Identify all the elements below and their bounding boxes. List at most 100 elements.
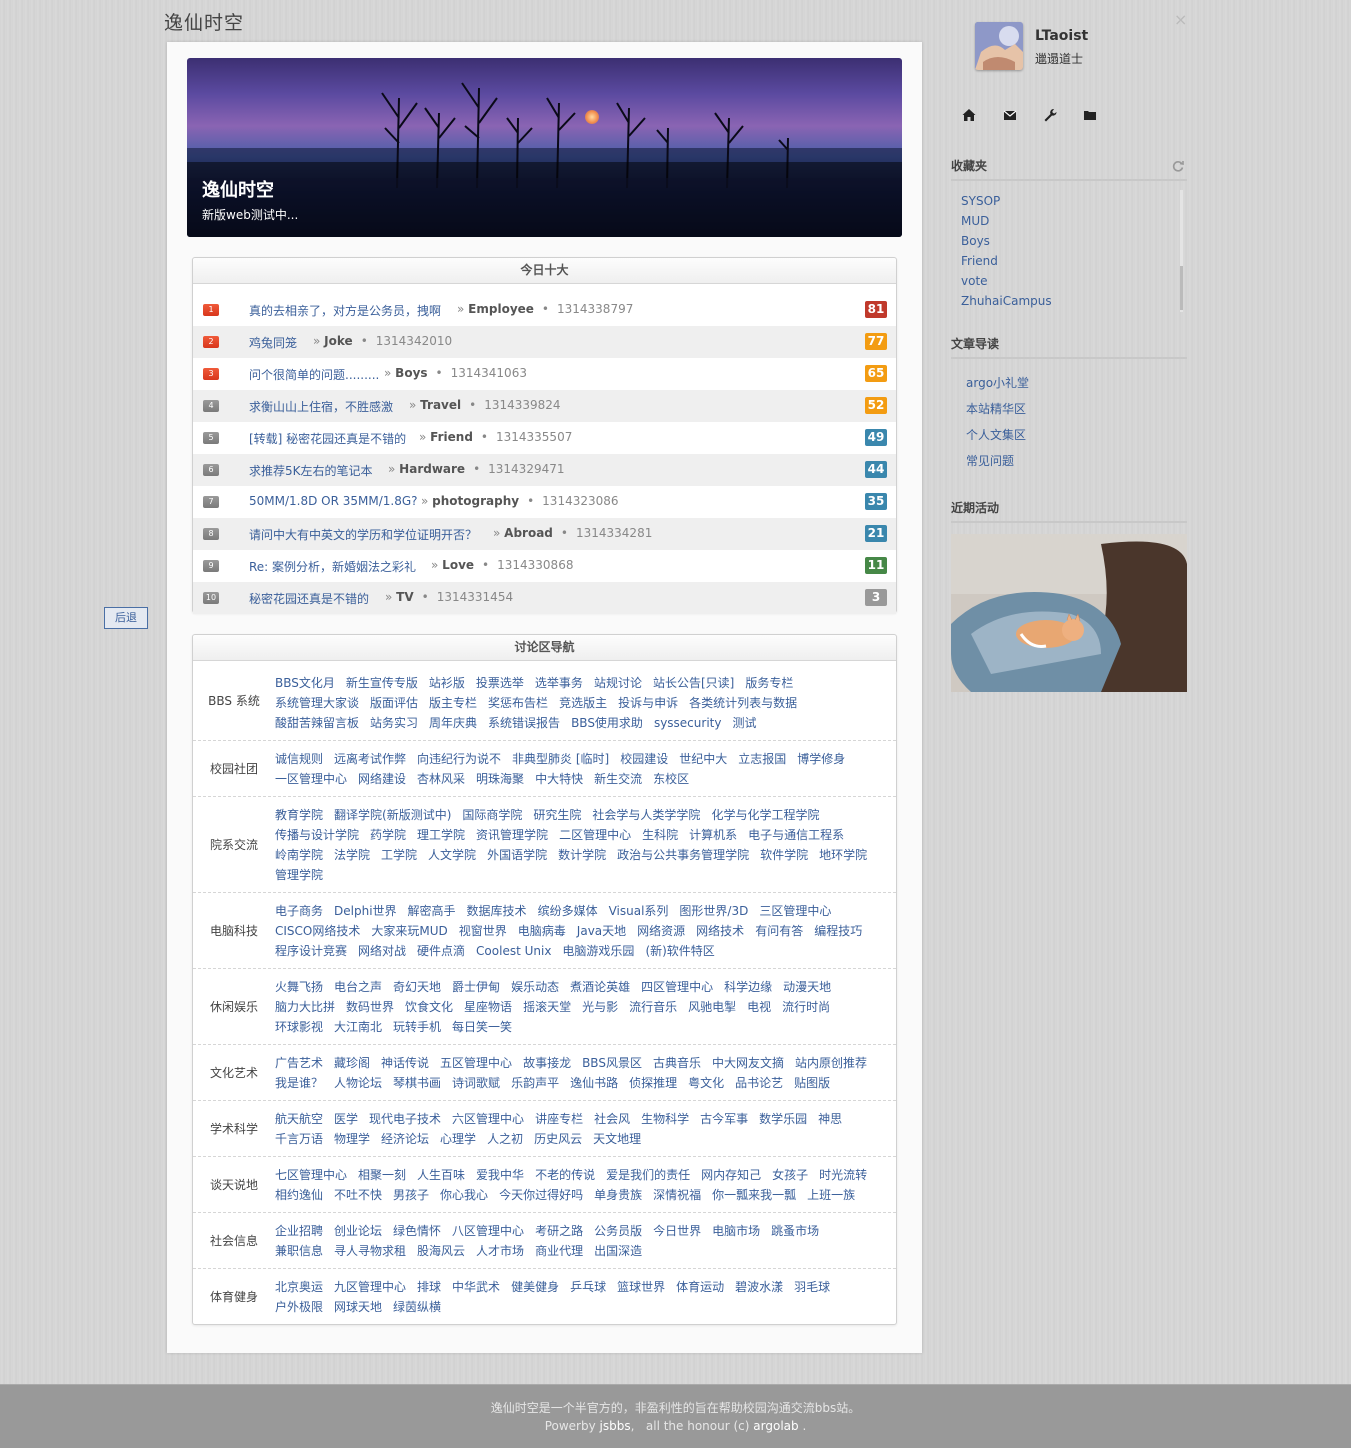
board-nav-link[interactable]: 站务实习 [370,713,418,733]
back-button[interactable]: 后退 [104,607,148,629]
board-nav-link[interactable]: 系统管理大家谈 [275,693,359,713]
board-nav-link[interactable]: 绿色情怀 [393,1221,441,1241]
jsbbs-link[interactable]: jsbbs [600,1419,631,1433]
board-nav-link[interactable]: 研究生院 [533,805,581,825]
board-nav-link[interactable]: 投诉与申诉 [618,693,678,713]
board-nav-link[interactable]: 女孩子 [772,1165,808,1185]
board-nav-link[interactable]: 贴图版 [794,1073,830,1093]
board-nav-link[interactable]: 现代电子技术 [369,1109,441,1129]
board-nav-link[interactable]: 新生交流 [594,769,642,789]
board-nav-link[interactable]: Coolest Unix [476,941,551,961]
board-nav-link[interactable]: 藏珍阁 [334,1053,370,1073]
board-nav-link[interactable]: 数据库技术 [467,901,527,921]
board-nav-link[interactable]: 讲座专栏 [535,1109,583,1129]
board-nav-link[interactable]: 网络技术 [696,921,744,941]
board-nav-link[interactable]: 数计学院 [558,845,606,865]
board-nav-link[interactable]: 电子与通信工程系 [748,825,844,845]
board-nav-link[interactable]: 乐韵声平 [511,1073,559,1093]
board-nav-link[interactable]: 解密高手 [408,901,456,921]
board-nav-link[interactable]: 岭南学院 [275,845,323,865]
topic-link[interactable]: 秘密花园还真是不错的 [249,590,369,607]
board-nav-link[interactable]: 流行音乐 [629,997,677,1017]
topic-link[interactable]: 真的去相亲了，对方是公务员，拽啊 [249,302,441,319]
board-nav-link[interactable]: 爱我中华 [476,1165,524,1185]
board-link[interactable]: Love [442,558,474,572]
board-nav-link[interactable]: 硬件点滴 [417,941,465,961]
board-nav-link[interactable]: 计算机系 [689,825,737,845]
board-nav-link[interactable]: 粤文化 [688,1073,724,1093]
board-nav-link[interactable]: 软件学院 [760,845,808,865]
board-nav-link[interactable]: 程序设计竞赛 [275,941,347,961]
board-nav-link[interactable]: 神思 [818,1109,842,1129]
board-nav-link[interactable]: 排球 [417,1277,441,1297]
board-nav-link[interactable]: 光与影 [582,997,618,1017]
mail-icon[interactable] [1002,107,1018,123]
board-nav-link[interactable]: 世纪中大 [679,749,727,769]
close-icon[interactable]: × [1174,10,1187,29]
board-nav-link[interactable]: 三区管理中心 [759,901,831,921]
board-nav-link[interactable]: 数码世界 [346,997,394,1017]
topic-link[interactable]: 求推荐5K左右的笔记本 [249,462,373,479]
board-nav-link[interactable]: 不吐不快 [334,1185,382,1205]
topic-link[interactable]: 鸡兔同笼 [249,334,297,351]
board-nav-link[interactable]: 股海风云 [417,1241,465,1261]
board-nav-link[interactable]: 七区管理中心 [275,1165,347,1185]
board-nav-link[interactable]: 远离考试作弊 [334,749,406,769]
board-nav-link[interactable]: 东校区 [653,769,689,789]
board-nav-link[interactable]: 周年庆典 [429,713,477,733]
board-nav-link[interactable]: 体育运动 [676,1277,724,1297]
board-nav-link[interactable]: syssecurity [654,713,722,733]
board-nav-link[interactable]: 相聚一刻 [358,1165,406,1185]
guide-item[interactable]: 本站精华区 [966,398,1029,424]
board-nav-link[interactable]: 电脑病毒 [518,921,566,941]
board-nav-link[interactable]: 九区管理中心 [334,1277,406,1297]
board-nav-link[interactable]: 药学院 [370,825,406,845]
board-nav-link[interactable]: Visual系列 [609,901,669,921]
wrench-icon[interactable] [1042,107,1058,123]
board-nav-link[interactable]: 娱乐动态 [511,977,559,997]
argolab-link[interactable]: argolab [753,1419,798,1433]
board-link[interactable]: Travel [420,398,461,412]
board-nav-link[interactable]: 人文学院 [428,845,476,865]
board-nav-link[interactable]: 出国深造 [594,1241,642,1261]
board-nav-link[interactable]: 国际商学院 [462,805,522,825]
board-nav-link[interactable]: 神话传说 [381,1053,429,1073]
topic-link[interactable]: 求衡山山上住宿，不胜感激 [249,398,393,415]
favorite-item[interactable]: SYSOP [951,190,1180,210]
board-nav-link[interactable]: 工学院 [381,845,417,865]
board-link[interactable]: TV [396,590,413,604]
board-nav-link[interactable]: 版主专栏 [429,693,477,713]
board-nav-link[interactable]: 奇幻天地 [393,977,441,997]
board-nav-link[interactable]: 校园建设 [620,749,668,769]
board-nav-link[interactable]: 我是谁？ [275,1073,323,1093]
favorite-item[interactable]: vote [951,270,1180,290]
board-nav-link[interactable]: 版务专栏 [745,673,793,693]
board-nav-link[interactable]: 四区管理中心 [641,977,713,997]
board-nav-link[interactable]: 酸甜苦辣留言板 [275,713,359,733]
refresh-icon[interactable] [1171,159,1185,173]
board-nav-link[interactable]: 网络建设 [358,769,406,789]
board-nav-link[interactable]: 不老的传说 [535,1165,595,1185]
board-nav-link[interactable]: 网络对战 [358,941,406,961]
board-nav-link[interactable]: 火舞飞扬 [275,977,323,997]
board-nav-link[interactable]: 站衫版 [429,673,465,693]
favorite-item[interactable]: Boys [951,230,1180,250]
board-nav-link[interactable]: 站内原创推荐 [795,1053,867,1073]
board-nav-link[interactable]: 千言万语 [275,1129,323,1149]
board-nav-link[interactable]: 电视 [747,997,771,1017]
board-nav-link[interactable]: 化学与化学工程学院 [711,805,819,825]
site-title[interactable]: 逸仙时空 [164,8,244,35]
board-nav-link[interactable]: 选举事务 [535,673,583,693]
board-nav-link[interactable]: 电台之声 [334,977,382,997]
board-nav-link[interactable]: 公务员版 [594,1221,642,1241]
board-nav-link[interactable]: 脑力大比拼 [275,997,335,1017]
board-nav-link[interactable]: 翻译学院(新版测试中) [334,805,451,825]
board-nav-link[interactable]: 广告艺术 [275,1053,323,1073]
activity-image[interactable] [951,534,1187,692]
board-nav-link[interactable]: 电脑市场 [712,1221,760,1241]
board-nav-link[interactable]: 天文地理 [593,1129,641,1149]
board-nav-link[interactable]: 中华武术 [452,1277,500,1297]
board-nav-link[interactable]: 心理学 [440,1129,476,1149]
board-nav-link[interactable]: 中大特快 [535,769,583,789]
board-nav-link[interactable]: BBS风景区 [582,1053,642,1073]
